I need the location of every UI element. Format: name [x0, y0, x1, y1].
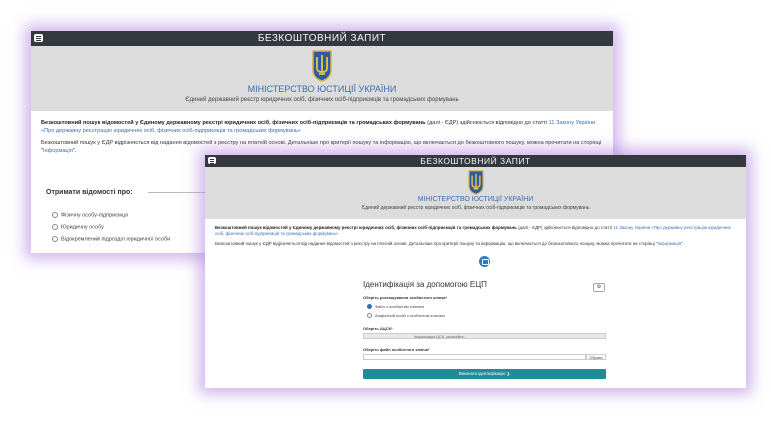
key-option-hardware[interactable]: Апаратний носій з особистим ключем: [367, 313, 445, 319]
option-branch[interactable]: Відокремлений підрозділ юридичної особи: [52, 236, 170, 242]
menu-icon[interactable]: [208, 157, 216, 164]
option-label: Юридичну особу: [61, 224, 104, 231]
radio-icon[interactable]: [52, 212, 58, 218]
signature-card: Ідентифікація за допомогою ЕЦП ⚙ Оберіть…: [360, 274, 610, 383]
menu-icon[interactable]: [34, 34, 43, 42]
ministry-title: МІНІСТЕРСТВО ЮСТИЦІЇ УКРАЇНИ: [417, 196, 534, 203]
monitor-icon[interactable]: [479, 256, 490, 267]
card-title: Ідентифікація за допомогою ЕЦП: [363, 280, 487, 289]
intro-rest: (далі - ЄДР) здійснюється відповідно до …: [425, 120, 549, 126]
intro-bold: Безкоштовний пошук відомостей у Єдиному …: [41, 120, 426, 126]
identify-button[interactable]: Виконати ідентифікацію ❯: [363, 369, 606, 379]
intro-p2: Безкоштовний пошук у ЄДР відрізняється в…: [41, 140, 602, 154]
info-link[interactable]: Інформація: [43, 148, 73, 154]
intro-p2: Безкоштовний пошук у ЄДР відрізняється в…: [215, 241, 658, 246]
topbar-title: БЕЗКОШТОВНИЙ ЗАПИТ: [420, 156, 531, 166]
header-banner: МІНІСТЕРСТВО ЮСТИЦІЇ УКРАЇНИ Єдиний держ…: [31, 46, 613, 111]
info-link[interactable]: Інформація: [658, 241, 681, 246]
acsk-label: Оберіть АЦСК*: [363, 326, 393, 331]
coat-of-arms-icon: [467, 170, 484, 195]
radio-icon[interactable]: [52, 224, 58, 230]
top-bar: БЕЗКОШТОВНИЙ ЗАПИТ: [31, 31, 613, 46]
topbar-title: БЕЗКОШТОВНИЙ ЗАПИТ: [257, 33, 387, 44]
radio-icon[interactable]: [367, 304, 372, 310]
file-label: Оберіть файл особистого ключа*: [363, 347, 430, 352]
acsk-select[interactable]: Ініціалізація ЦСК, зачекайте...: [363, 333, 606, 339]
browse-button[interactable]: Обрати: [586, 354, 606, 360]
get-info-label: Отримати відомості про:: [46, 189, 133, 196]
option-label: Відокремлений підрозділ юридичної особи: [61, 236, 171, 243]
intro-p2-end: ".: [72, 148, 77, 154]
key-location-label: Оберіть розташування особистого ключа*: [363, 295, 448, 300]
intro-text: Безкоштовний пошук відомостей у Єдиному …: [31, 111, 613, 155]
option-fop[interactable]: Фізичну особу-підприємця: [52, 212, 128, 218]
option-label: Файл з особистим ключем: [375, 304, 424, 309]
top-bar: БЕЗКОШТОВНИЙ ЗАПИТ: [205, 155, 746, 167]
gear-icon[interactable]: ⚙: [593, 283, 605, 292]
intro-bold: Безкоштовний пошук відомостей у Єдиному …: [215, 225, 517, 230]
option-legal-entity[interactable]: Юридичну особу: [52, 224, 104, 230]
front-window: БЕЗКОШТОВНИЙ ЗАПИТ МІНІСТЕРСТВО ЮСТИЦІЇ …: [205, 155, 746, 388]
option-label: Апаратний носій з особистим ключем: [375, 313, 445, 318]
intro-text: Безкоштовний пошук відомостей у Єдиному …: [205, 219, 746, 247]
key-file-input[interactable]: [363, 354, 586, 360]
header-banner: МІНІСТЕРСТВО ЮСТИЦІЇ УКРАЇНИ Єдиний держ…: [205, 167, 746, 219]
intro-rest: (далі - ЄДР) здійснюється відповідно до …: [516, 225, 614, 230]
option-label: Фізичну особу-підприємця: [61, 212, 128, 219]
ministry-title: МІНІСТЕРСТВО ЮСТИЦІЇ УКРАЇНИ: [247, 84, 397, 94]
key-option-file[interactable]: Файл з особистим ключем: [367, 304, 424, 310]
registry-subtitle: Єдиний державний реєстр юридичних осіб, …: [361, 205, 590, 211]
intro-p2-end: ".: [681, 241, 684, 246]
radio-icon[interactable]: [52, 236, 58, 242]
radio-icon[interactable]: [367, 313, 372, 319]
coat-of-arms-icon: [312, 50, 332, 82]
registry-subtitle: Єдиний державний реєстр юридичних осіб, …: [185, 97, 459, 103]
